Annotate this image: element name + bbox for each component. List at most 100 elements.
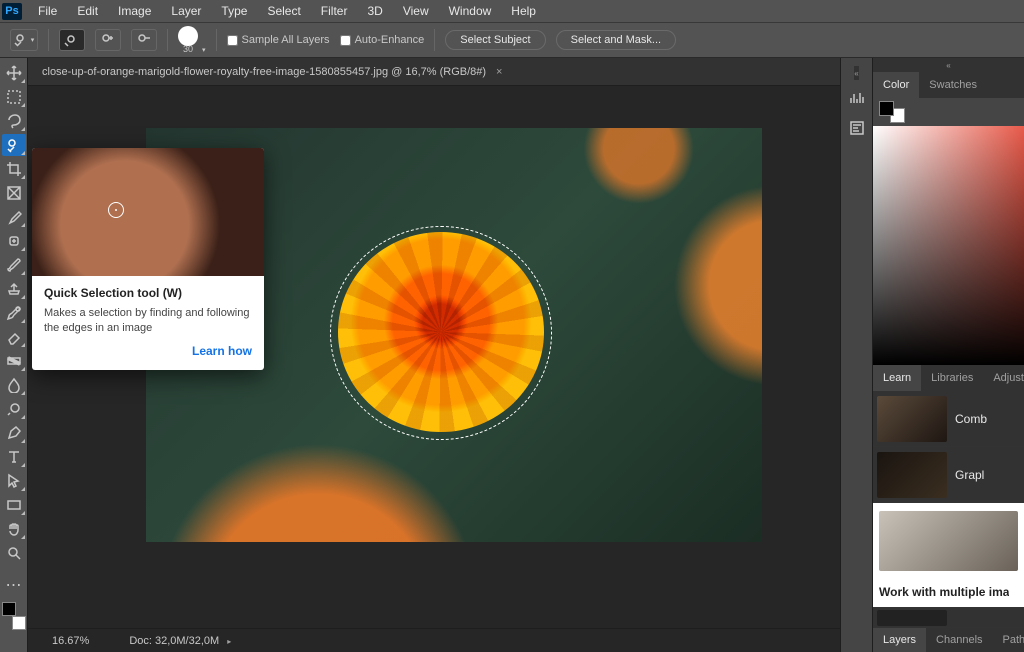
status-bar: 16.67% Doc: 32,0M/32,0M — [28, 628, 840, 652]
menu-3d[interactable]: 3D — [357, 1, 392, 21]
tab-layers[interactable]: Layers — [873, 628, 926, 652]
tab-adjustments[interactable]: Adjustmen — [983, 365, 1024, 391]
document-tab-title: close-up-of-orange-marigold-flower-royal… — [42, 66, 486, 78]
auto-enhance-checkbox[interactable]: Auto-Enhance — [340, 34, 425, 46]
eraser-tool[interactable] — [2, 326, 26, 348]
panel-collapse-icon[interactable]: « — [873, 58, 1024, 72]
tab-channels[interactable]: Channels — [926, 628, 992, 652]
learn-items-list: Comb Grapl Work with multiple ima — [873, 391, 1024, 628]
eyedropper-tool[interactable] — [2, 206, 26, 228]
document-tab[interactable]: close-up-of-orange-marigold-flower-royal… — [36, 66, 508, 78]
blur-tool[interactable] — [2, 374, 26, 396]
frame-tool[interactable] — [2, 182, 26, 204]
type-tool[interactable] — [2, 446, 26, 468]
right-panel-dock: « Color Swatches Learn Libraries Adjustm… — [872, 58, 1024, 652]
learn-thumb — [877, 396, 947, 442]
separator — [216, 29, 217, 51]
select-and-mask-button[interactable]: Select and Mask... — [556, 30, 677, 50]
quick-selection-tool[interactable] — [2, 134, 26, 156]
zoom-tool[interactable] — [2, 542, 26, 564]
learn-label: Comb — [955, 412, 987, 426]
learn-label: Work with multiple ima — [879, 579, 1009, 599]
learn-thumb — [877, 610, 947, 626]
menu-edit[interactable]: Edit — [67, 1, 108, 21]
move-tool[interactable] — [2, 62, 26, 84]
marquee-tool[interactable] — [2, 86, 26, 108]
path-selection-tool[interactable] — [2, 470, 26, 492]
dodge-tool[interactable] — [2, 398, 26, 420]
current-tool-icon[interactable]: ▾ — [10, 29, 38, 51]
color-swatch-row — [873, 98, 1024, 126]
panel-expand-icon[interactable]: « — [854, 66, 858, 80]
learn-item[interactable]: Grapl — [873, 447, 1024, 503]
tab-swatches[interactable]: Swatches — [919, 72, 987, 98]
doc-size[interactable]: Doc: 32,0M/32,0M — [129, 635, 231, 647]
menu-filter[interactable]: Filter — [311, 1, 358, 21]
learn-item-featured[interactable]: Work with multiple ima — [873, 503, 1024, 608]
sample-all-layers-label: Sample All Layers — [242, 34, 330, 46]
tooltip-title: Quick Selection tool (W) — [44, 286, 252, 300]
tab-libraries[interactable]: Libraries — [921, 365, 983, 391]
collapsed-panel-strip: « — [840, 58, 872, 652]
panel-fg-color[interactable] — [879, 101, 894, 116]
tooltip-description: Makes a selection by finding and followi… — [44, 306, 252, 336]
brush-preview[interactable]: 30 ▾ — [178, 26, 206, 54]
crop-tool[interactable] — [2, 158, 26, 180]
lasso-tool[interactable] — [2, 110, 26, 132]
tab-color[interactable]: Color — [873, 72, 919, 98]
properties-icon[interactable] — [845, 116, 869, 140]
mode-subtract-selection[interactable] — [131, 29, 157, 51]
foreground-color[interactable] — [2, 602, 16, 616]
separator — [434, 29, 435, 51]
brush-size-value: 30 — [183, 44, 193, 54]
options-bar: ▾ 30 ▾ Sample All Layers Auto-Enhance Se… — [0, 22, 1024, 58]
menu-layer[interactable]: Layer — [161, 1, 211, 21]
learn-thumb — [877, 452, 947, 498]
gradient-tool[interactable] — [2, 350, 26, 372]
menu-type[interactable]: Type — [211, 1, 257, 21]
brush-tool[interactable] — [2, 254, 26, 276]
select-subject-button[interactable]: Select Subject — [445, 30, 545, 50]
learn-item[interactable] — [873, 608, 1024, 628]
brush-dot-icon — [178, 26, 198, 46]
clone-stamp-tool[interactable] — [2, 278, 26, 300]
mode-new-selection[interactable] — [59, 29, 85, 51]
separator — [48, 29, 49, 51]
hand-tool[interactable] — [2, 518, 26, 540]
foreground-background-swatch[interactable] — [2, 602, 26, 630]
edit-toolbar[interactable]: ⋯ — [2, 574, 26, 596]
tool-tooltip-card: Quick Selection tool (W) Makes a selecti… — [32, 148, 264, 370]
menu-bar: Ps File Edit Image Layer Type Select Fil… — [0, 0, 1024, 22]
history-brush-tool[interactable] — [2, 302, 26, 324]
menu-help[interactable]: Help — [501, 1, 546, 21]
menu-file[interactable]: File — [28, 1, 67, 21]
tooltip-preview-image — [32, 148, 264, 276]
tools-panel: ⋯ — [0, 58, 28, 652]
panel-fgbg-swatch[interactable] — [879, 101, 905, 123]
app-logo: Ps — [2, 3, 22, 20]
pen-tool[interactable] — [2, 422, 26, 444]
spot-healing-tool[interactable] — [2, 230, 26, 252]
menu-view[interactable]: View — [393, 1, 439, 21]
tooltip-learn-link[interactable]: Learn how — [44, 344, 252, 358]
separator — [167, 29, 168, 51]
color-picker[interactable] — [873, 126, 1024, 365]
mode-add-selection[interactable] — [95, 29, 121, 51]
learn-item[interactable]: Comb — [873, 391, 1024, 447]
background-color[interactable] — [12, 616, 26, 630]
menu-select[interactable]: Select — [257, 1, 310, 21]
close-tab-icon[interactable]: × — [496, 66, 502, 78]
learn-label: Grapl — [955, 468, 984, 482]
rectangle-tool[interactable] — [2, 494, 26, 516]
menu-image[interactable]: Image — [108, 1, 161, 21]
canvas[interactable]: Quick Selection tool (W) Makes a selecti… — [28, 86, 840, 628]
histogram-icon[interactable] — [845, 86, 869, 110]
menu-window[interactable]: Window — [439, 1, 502, 21]
tab-paths[interactable]: Paths — [993, 628, 1024, 652]
image-subject — [338, 232, 544, 432]
zoom-level[interactable]: 16.67% — [52, 635, 89, 647]
color-panel-tabs: Color Swatches — [873, 72, 1024, 98]
tab-learn[interactable]: Learn — [873, 365, 921, 391]
sample-all-layers-checkbox[interactable]: Sample All Layers — [227, 34, 330, 46]
learn-thumb — [879, 511, 1018, 571]
